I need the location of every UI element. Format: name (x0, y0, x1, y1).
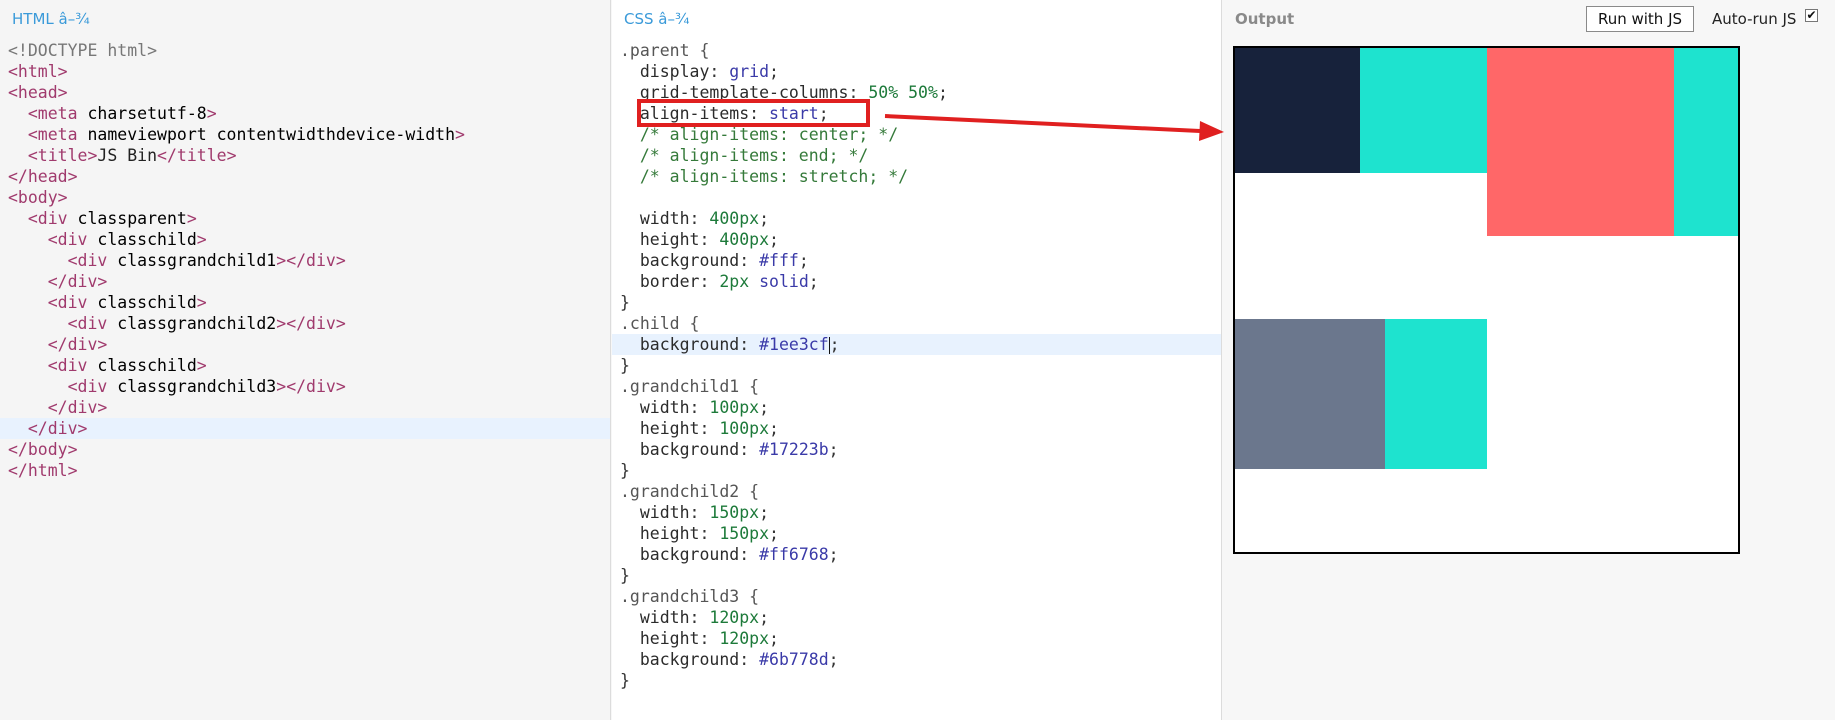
output-child-2 (1486, 48, 1738, 236)
css-code-line[interactable]: .grandchild2 { (612, 481, 1221, 502)
html-code-line[interactable]: <div classgrandchild2></div> (0, 313, 610, 334)
html-code-line[interactable]: </div> (0, 418, 610, 439)
css-code-line[interactable]: display: grid; (612, 61, 1221, 82)
css-code-line[interactable]: } (612, 670, 1221, 691)
html-code-line[interactable]: <body> (0, 187, 610, 208)
css-code-line[interactable]: background: #ff6768; (612, 544, 1221, 565)
css-code-line[interactable]: .parent { (612, 40, 1221, 61)
output-child-1 (1235, 48, 1487, 173)
html-code-line[interactable]: </div> (0, 271, 610, 292)
output-child-3 (1235, 319, 1487, 469)
html-code-line[interactable]: <div classgrandchild1></div> (0, 250, 610, 271)
html-code-line[interactable]: <meta charsetutf-8> (0, 103, 610, 124)
html-code-line[interactable]: <head> (0, 82, 610, 103)
autorun-checkbox[interactable]: ✔ (1805, 9, 1818, 22)
css-code-line[interactable]: height: 100px; (612, 418, 1221, 439)
html-code-line[interactable]: </div> (0, 334, 610, 355)
css-code-line[interactable]: width: 100px; (612, 397, 1221, 418)
html-code-line[interactable]: <!DOCTYPE html> (0, 40, 610, 61)
html-editor-panel[interactable]: HTML â–¾ <!DOCTYPE html> <html> <head> <me… (0, 0, 611, 720)
css-code-line[interactable]: background: #1ee3cf; (612, 334, 1221, 355)
output-grandchild1 (1235, 48, 1360, 173)
css-code-line[interactable]: background: #17223b; (612, 439, 1221, 460)
run-with-js-button[interactable]: Run with JS (1586, 6, 1694, 32)
css-code-line[interactable]: .child { (612, 313, 1221, 334)
css-code-line[interactable]: } (612, 565, 1221, 586)
css-code-line[interactable]: width: 400px; (612, 208, 1221, 229)
css-code-line[interactable]: background: #6b778d; (612, 649, 1221, 670)
html-code-line[interactable]: </html> (0, 460, 610, 481)
html-code-line[interactable]: <div classparent> (0, 208, 610, 229)
css-code-line[interactable]: width: 120px; (612, 607, 1221, 628)
css-code-line[interactable]: } (612, 292, 1221, 313)
css-code-line[interactable]: } (612, 355, 1221, 376)
html-code-line[interactable]: </head> (0, 166, 610, 187)
css-code-line[interactable]: .grandchild1 { (612, 376, 1221, 397)
css-code-line[interactable]: } (612, 460, 1221, 481)
css-code-line[interactable]: border: 2px solid; (612, 271, 1221, 292)
html-code-line[interactable]: <title>JS Bin</title> (0, 145, 610, 166)
autorun-label: Auto-run JS (1712, 10, 1797, 28)
html-code-line[interactable]: </div> (0, 397, 610, 418)
css-code-line[interactable]: width: 150px; (612, 502, 1221, 523)
arrow-annotation (884, 114, 1224, 141)
css-code-line[interactable]: .grandchild3 { (612, 586, 1221, 607)
html-code-line[interactable]: <div classchild> (0, 229, 610, 250)
css-code-line[interactable]: height: 400px; (612, 229, 1221, 250)
output-grandchild3 (1235, 319, 1385, 469)
output-render-parent (1233, 46, 1740, 554)
html-panel-title[interactable]: HTML â–¾ (12, 10, 90, 28)
css-code-line[interactable] (612, 187, 1221, 208)
html-code-line[interactable]: <html> (0, 61, 610, 82)
css-code-line[interactable]: height: 120px; (612, 628, 1221, 649)
html-code-area[interactable]: <!DOCTYPE html> <html> <head> <meta charse… (0, 40, 610, 481)
highlight-box-annotation (637, 99, 870, 127)
css-code-line[interactable]: background: #fff; (612, 250, 1221, 271)
css-code-line[interactable]: /* align-items: stretch; */ (612, 166, 1221, 187)
html-code-line[interactable]: <div classchild> (0, 355, 610, 376)
html-code-line[interactable]: </body> (0, 439, 610, 460)
output-panel-title: Output (1235, 10, 1295, 28)
html-code-line[interactable]: <div classgrandchild3></div> (0, 376, 610, 397)
html-code-line[interactable]: <div classchild> (0, 292, 610, 313)
css-code-line[interactable]: height: 150px; (612, 523, 1221, 544)
css-panel-title[interactable]: CSS â–¾ (624, 10, 690, 28)
output-grandchild2 (1486, 48, 1674, 236)
html-code-line[interactable]: <meta nameviewport contentwidthdevice-wi… (0, 124, 610, 145)
